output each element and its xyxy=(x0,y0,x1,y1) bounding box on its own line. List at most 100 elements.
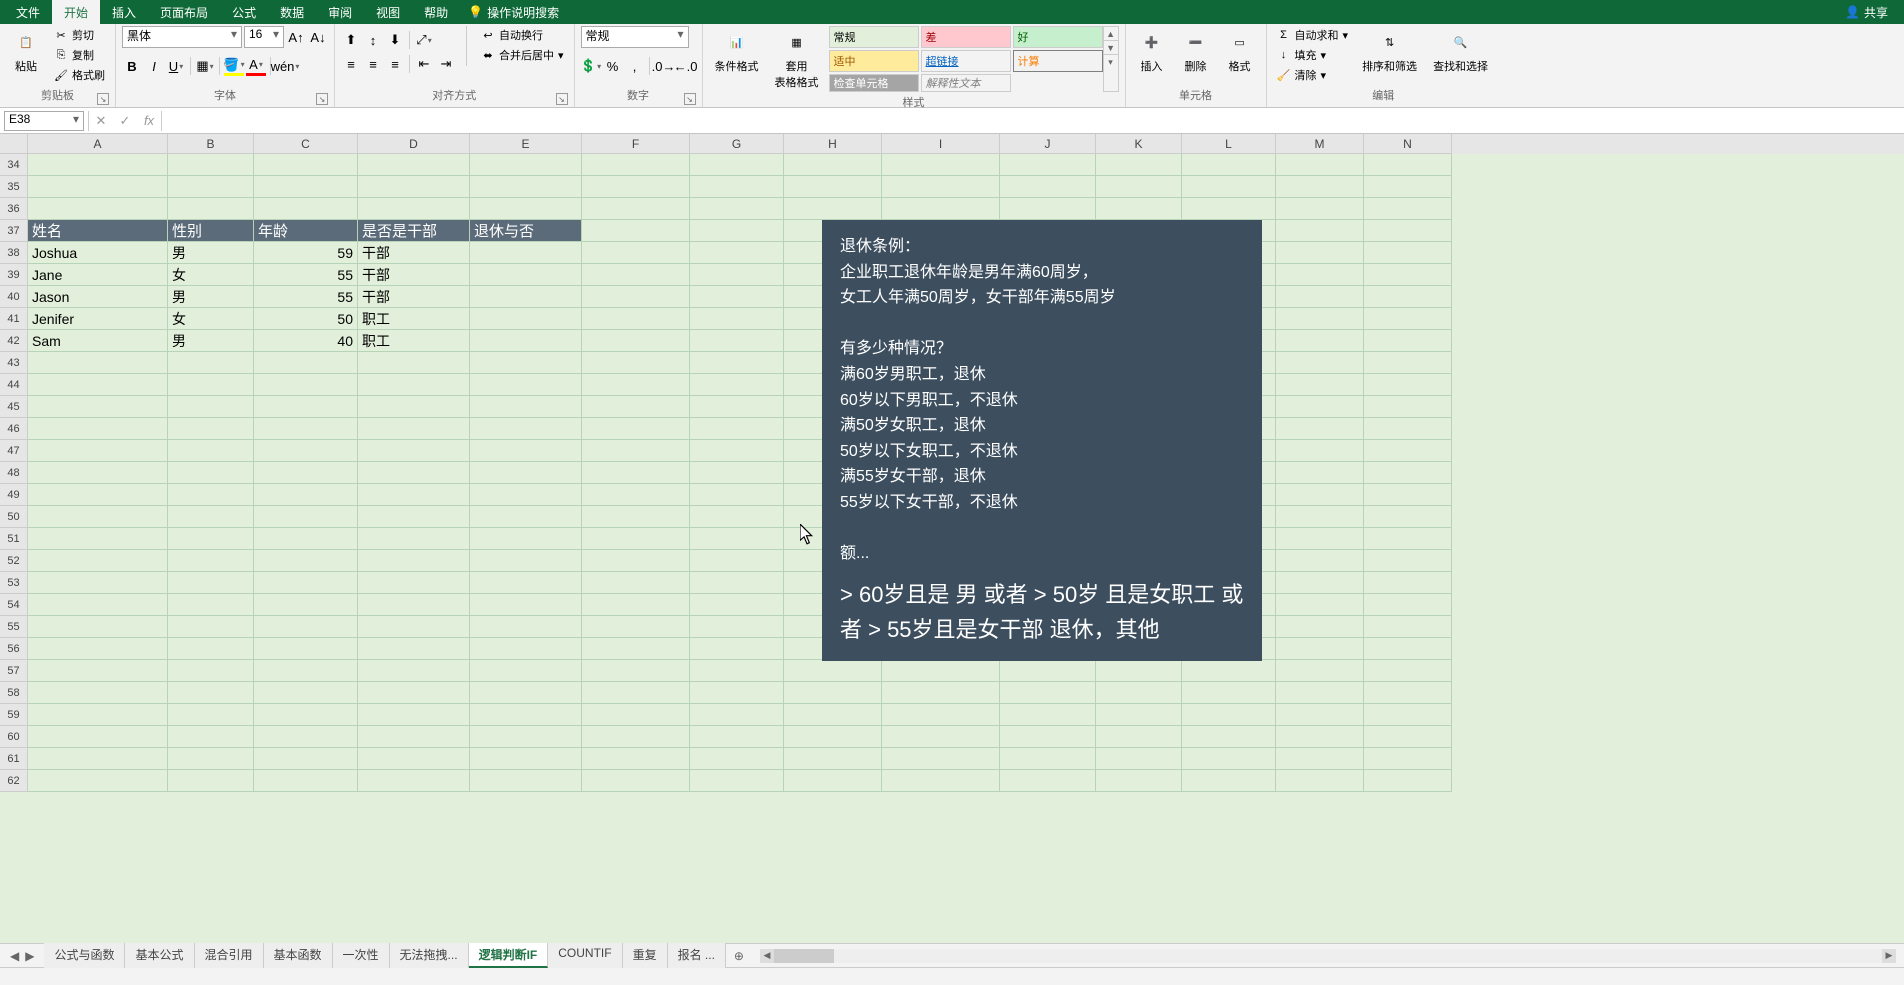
cell-E49[interactable] xyxy=(470,484,582,506)
row-header-56[interactable]: 56 xyxy=(0,638,28,660)
col-header-D[interactable]: D xyxy=(358,134,470,154)
accounting-format-button[interactable]: 💲 xyxy=(581,56,601,76)
cell-D57[interactable] xyxy=(358,660,470,682)
clear-button[interactable]: 🧹清除 ▾ xyxy=(1273,66,1353,84)
cell-N53[interactable] xyxy=(1364,572,1452,594)
cell-G36[interactable] xyxy=(690,198,784,220)
conditional-format-button[interactable]: 📊条件格式 xyxy=(709,26,765,76)
cell-L58[interactable] xyxy=(1182,682,1276,704)
cell-C56[interactable] xyxy=(254,638,358,660)
cell-N54[interactable] xyxy=(1364,594,1452,616)
cell-C35[interactable] xyxy=(254,176,358,198)
cell-C47[interactable] xyxy=(254,440,358,462)
cell-E56[interactable] xyxy=(470,638,582,660)
cell-B55[interactable] xyxy=(168,616,254,638)
cell-E39[interactable] xyxy=(470,264,582,286)
cell-E51[interactable] xyxy=(470,528,582,550)
cell-F44[interactable] xyxy=(582,374,690,396)
align-bottom-button[interactable]: ⬇ xyxy=(385,30,405,50)
align-top-button[interactable]: ⬆ xyxy=(341,30,361,50)
phonetic-button[interactable]: wén xyxy=(275,56,295,76)
insert-cells-button[interactable]: ➕插入 xyxy=(1132,26,1172,76)
cell-H36[interactable] xyxy=(784,198,882,220)
cell-J60[interactable] xyxy=(1000,726,1096,748)
cell-N61[interactable] xyxy=(1364,748,1452,770)
col-header-K[interactable]: K xyxy=(1096,134,1182,154)
cell-F45[interactable] xyxy=(582,396,690,418)
cell-C50[interactable] xyxy=(254,506,358,528)
cell-A51[interactable] xyxy=(28,528,168,550)
alignment-launcher[interactable]: ↘ xyxy=(556,93,568,105)
cell-G37[interactable] xyxy=(690,220,784,242)
cell-E50[interactable] xyxy=(470,506,582,528)
fx-button[interactable]: fx xyxy=(137,111,161,131)
cell-K59[interactable] xyxy=(1096,704,1182,726)
cell-M58[interactable] xyxy=(1276,682,1364,704)
cell-A58[interactable] xyxy=(28,682,168,704)
cell-E38[interactable] xyxy=(470,242,582,264)
menu-insert[interactable]: 插入 xyxy=(100,0,148,25)
tell-me-search[interactable]: 💡 操作说明搜索 xyxy=(468,4,559,21)
cell-G57[interactable] xyxy=(690,660,784,682)
menu-data[interactable]: 数据 xyxy=(268,0,316,25)
cell-N44[interactable] xyxy=(1364,374,1452,396)
style-check[interactable]: 检查单元格 xyxy=(829,74,919,92)
sheet-tab[interactable]: 基本函数 xyxy=(264,943,333,968)
style-good[interactable]: 好 xyxy=(1013,26,1103,48)
cell-C37[interactable]: 年龄 xyxy=(254,220,358,242)
cell-E41[interactable] xyxy=(470,308,582,330)
cell-C44[interactable] xyxy=(254,374,358,396)
cell-D49[interactable] xyxy=(358,484,470,506)
scroll-right-arrow[interactable]: ▶ xyxy=(1882,949,1896,963)
font-size-select[interactable]: 16 xyxy=(244,26,284,48)
cell-N46[interactable] xyxy=(1364,418,1452,440)
cell-G38[interactable] xyxy=(690,242,784,264)
format-table-button[interactable]: ▦套用 表格格式 xyxy=(769,26,825,92)
sheet-tab[interactable]: 逻辑判断IF xyxy=(469,943,549,968)
cell-M44[interactable] xyxy=(1276,374,1364,396)
row-header-46[interactable]: 46 xyxy=(0,418,28,440)
cell-A46[interactable] xyxy=(28,418,168,440)
cell-F56[interactable] xyxy=(582,638,690,660)
row-header-54[interactable]: 54 xyxy=(0,594,28,616)
cell-E58[interactable] xyxy=(470,682,582,704)
cell-D44[interactable] xyxy=(358,374,470,396)
cell-B38[interactable]: 男 xyxy=(168,242,254,264)
col-header-E[interactable]: E xyxy=(470,134,582,154)
cell-N59[interactable] xyxy=(1364,704,1452,726)
cell-G61[interactable] xyxy=(690,748,784,770)
cell-A61[interactable] xyxy=(28,748,168,770)
cell-E54[interactable] xyxy=(470,594,582,616)
sheet-tab[interactable]: 基本公式 xyxy=(125,943,194,968)
cell-A42[interactable]: Sam xyxy=(28,330,168,352)
cell-A54[interactable] xyxy=(28,594,168,616)
select-all-corner[interactable] xyxy=(0,134,28,154)
cell-F58[interactable] xyxy=(582,682,690,704)
cell-L61[interactable] xyxy=(1182,748,1276,770)
cell-N35[interactable] xyxy=(1364,176,1452,198)
cell-A52[interactable] xyxy=(28,550,168,572)
cell-D47[interactable] xyxy=(358,440,470,462)
row-header-48[interactable]: 48 xyxy=(0,462,28,484)
cell-G54[interactable] xyxy=(690,594,784,616)
cell-N56[interactable] xyxy=(1364,638,1452,660)
cell-M47[interactable] xyxy=(1276,440,1364,462)
share-button[interactable]: 👤 共享 xyxy=(1845,4,1900,21)
cell-D52[interactable] xyxy=(358,550,470,572)
cell-M48[interactable] xyxy=(1276,462,1364,484)
cell-B39[interactable]: 女 xyxy=(168,264,254,286)
cell-F47[interactable] xyxy=(582,440,690,462)
fill-color-button[interactable]: 🪣 xyxy=(224,56,244,76)
cell-N40[interactable] xyxy=(1364,286,1452,308)
merge-button[interactable]: ⬌合并后居中 ▾ xyxy=(477,46,568,64)
cell-M55[interactable] xyxy=(1276,616,1364,638)
cell-M60[interactable] xyxy=(1276,726,1364,748)
cell-M45[interactable] xyxy=(1276,396,1364,418)
cell-A35[interactable] xyxy=(28,176,168,198)
cell-D53[interactable] xyxy=(358,572,470,594)
cell-M57[interactable] xyxy=(1276,660,1364,682)
cell-B44[interactable] xyxy=(168,374,254,396)
style-bad[interactable]: 差 xyxy=(921,26,1011,48)
cell-I57[interactable] xyxy=(882,660,1000,682)
cell-N58[interactable] xyxy=(1364,682,1452,704)
